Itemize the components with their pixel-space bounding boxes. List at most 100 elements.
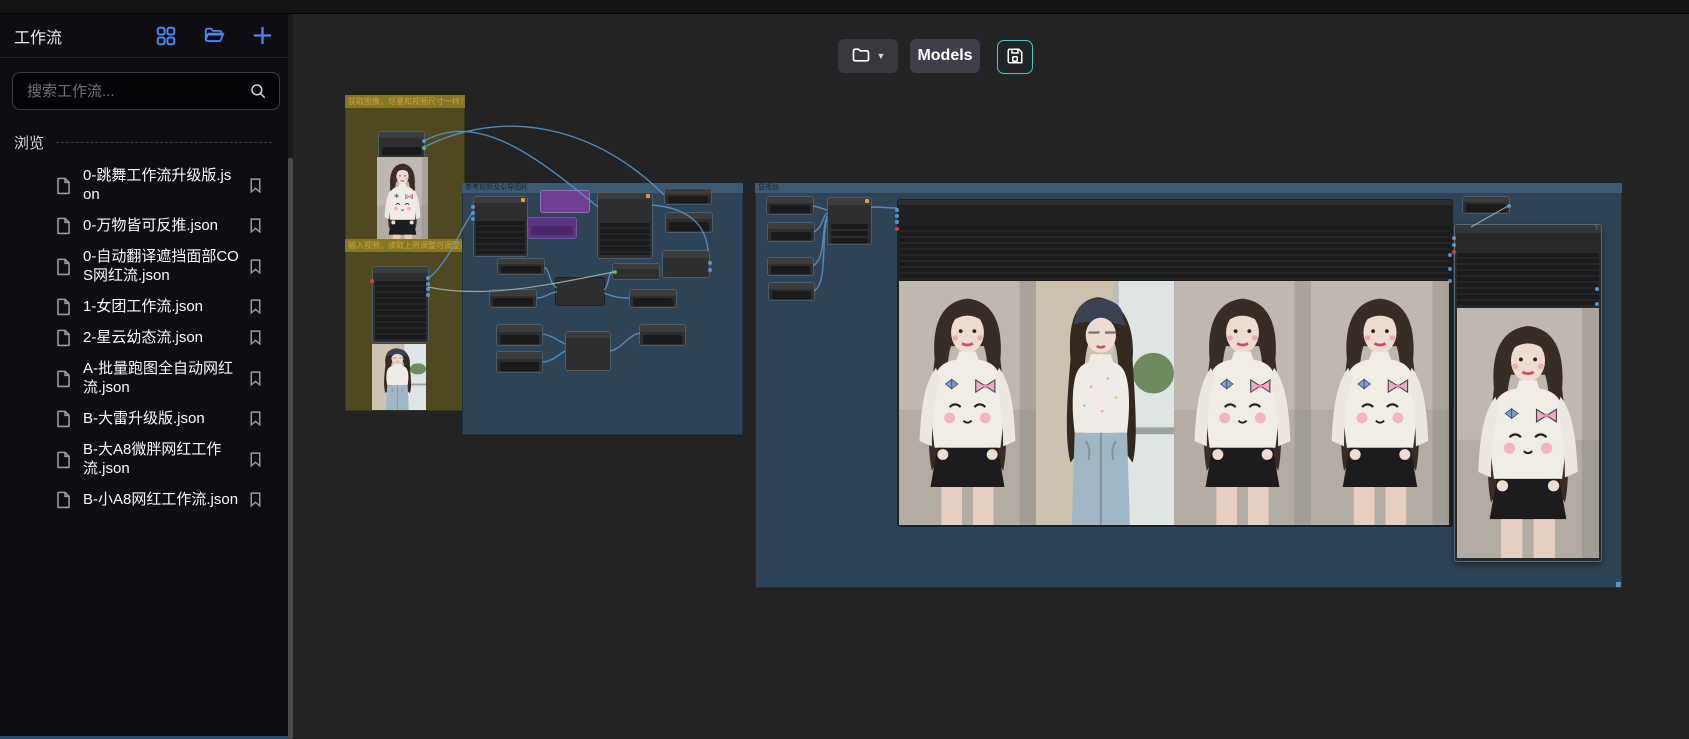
workflow-filename: B-小A8网红工作流.json [83,490,239,509]
badge-dot [865,199,869,203]
graph-node[interactable] [662,250,710,278]
graph-node[interactable] [496,351,543,373]
output-dot[interactable] [708,261,712,265]
caret-down-icon: ▼ [877,51,886,61]
graph-node[interactable] [612,263,660,280]
search-box[interactable] [12,72,280,110]
workflow-list-item[interactable]: A-批量跑图全自动网红流.json [0,353,282,403]
sidebar-scrollbar-thumb[interactable] [288,158,293,739]
graph-node[interactable] [827,197,872,245]
output-dot[interactable] [426,293,430,297]
bookmark-icon[interactable] [247,258,264,275]
bookmark-icon[interactable] [247,298,264,315]
input-dot[interactable] [1452,243,1456,247]
input-dot[interactable] [895,220,899,224]
input-dot[interactable] [370,279,374,283]
output-dot[interactable] [1595,302,1599,306]
output-dot[interactable] [426,282,430,286]
graph-node[interactable] [664,188,712,205]
input-dot[interactable] [613,270,617,274]
output-dot[interactable] [422,139,426,143]
workflow-list-item[interactable]: B-小A8网红工作流.json [0,484,282,515]
batch-image-3 [1174,281,1311,525]
group-monitor-title[interactable]: 显视台 [755,183,1622,193]
graph-node[interactable] [497,258,545,275]
output-dot[interactable] [1507,204,1511,208]
output-dot[interactable] [708,268,712,272]
workflow-list-item[interactable]: B-大A8微胖网红工作流.json [0,434,282,484]
workflow-list-item[interactable]: 1-女团工作流.json [0,291,282,322]
graph-node[interactable] [565,331,611,371]
panel-resize-handle[interactable] [1616,582,1621,587]
graph-node[interactable] [768,282,815,301]
graph-node-purple[interactable] [540,190,590,213]
graph-node-purple[interactable] [527,217,577,239]
graph-node[interactable] [555,277,605,306]
file-icon [54,176,73,195]
group-input-video-title[interactable]: 输入视频，读取上限调整可调整视频长度 [345,239,465,252]
file-icon [54,297,73,316]
workflow-list-item[interactable]: 0-自动翻译遮挡面部COS网红流.json [0,241,282,291]
file-icon [54,328,73,347]
models-button[interactable]: Models [910,39,980,73]
graph-node[interactable] [1462,196,1510,214]
bookmark-icon[interactable] [247,491,264,508]
bookmark-icon[interactable] [247,410,264,427]
workflow-list-item[interactable]: 2-星云幼态流.json [0,322,282,353]
graph-node[interactable] [496,324,543,346]
workflow-list-item[interactable]: 0-跳舞工作流升级版.json [0,160,282,210]
output-dot[interactable] [422,146,426,150]
bookmark-icon[interactable] [247,329,264,346]
output-dot[interactable] [426,276,430,280]
graph-node[interactable] [378,131,425,158]
file-icon [54,450,73,469]
sidebar-title: 工作流 [14,24,62,48]
graph-node[interactable] [639,324,686,346]
graph-node[interactable] [665,212,713,233]
graph-node[interactable] [489,289,537,308]
workflow-list-item[interactable]: 0-万物皆可反推.json [0,210,282,241]
workflow-folder-dropdown-button[interactable]: ▼ [838,39,898,73]
badge-dot [646,194,650,198]
graph-node[interactable] [766,196,814,215]
folder-open-icon[interactable] [203,25,225,47]
input-dot[interactable] [895,227,899,231]
preview-image-large [1457,308,1599,558]
group-get-image-title[interactable]: 获取图像，尽量和视频尺寸一样！简单背景最好 [345,95,465,108]
search-input[interactable] [25,82,249,101]
graph-node[interactable] [597,192,653,259]
badge-dot [521,198,525,202]
input-dot[interactable] [471,217,475,221]
graph-node[interactable] [767,257,814,276]
save-button[interactable] [997,40,1033,74]
batch-image-4 [1311,281,1449,525]
bookmark-icon[interactable] [247,217,264,234]
batch-image-2 [1036,281,1174,525]
input-dot[interactable] [471,211,475,215]
graph-node[interactable] [629,289,677,308]
output-dot[interactable] [1448,267,1452,271]
output-dot[interactable] [1595,287,1599,291]
node-widget[interactable] [382,147,421,155]
graph-node[interactable] [473,196,528,257]
graph-node[interactable] [767,222,815,242]
input-dot[interactable] [895,214,899,218]
output-dot[interactable] [426,287,430,291]
bookmark-icon[interactable] [247,370,264,387]
workflow-filename: 0-自动翻译遮挡面部COS网红流.json [83,247,239,285]
output-dot[interactable] [1448,253,1452,257]
plus-icon[interactable] [251,24,274,47]
workflows-grid-icon[interactable] [155,25,177,47]
bookmark-icon[interactable] [247,451,264,468]
browse-label: 浏览 [14,132,44,153]
file-icon [54,490,73,509]
input-dot[interactable] [1452,250,1456,254]
workflow-list-item[interactable]: B-大雷升级版.json [0,403,282,434]
input-dot[interactable] [895,208,899,212]
save-icon [1006,47,1024,68]
bookmark-icon[interactable] [247,177,264,194]
search-icon [249,82,267,100]
input-dot[interactable] [471,205,475,209]
input-dot[interactable] [1452,236,1456,240]
graph-node[interactable] [372,266,429,343]
